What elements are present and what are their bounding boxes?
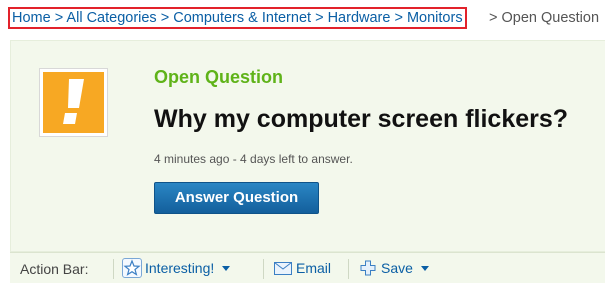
question-panel: Open Question Why my computer screen fli… bbox=[10, 40, 605, 252]
breadcrumb-monitors[interactable]: Monitors bbox=[407, 10, 463, 26]
interesting-label: Interesting! bbox=[145, 260, 215, 276]
interesting-button[interactable]: Interesting! bbox=[122, 253, 231, 283]
breadcrumb-separator: > bbox=[50, 10, 67, 26]
breadcrumb-current-label: Open Question bbox=[501, 10, 600, 26]
breadcrumb: Home > All Categories > Computers & Inte… bbox=[8, 7, 467, 29]
breadcrumb-all-categories[interactable]: All Categories bbox=[66, 10, 156, 26]
email-label: Email bbox=[296, 260, 332, 276]
breadcrumb-computers-internet[interactable]: Computers & Internet bbox=[173, 10, 311, 26]
action-bar-label: Action Bar: bbox=[20, 261, 89, 277]
breadcrumb-current: > Open Question bbox=[489, 9, 599, 27]
star-icon bbox=[122, 258, 142, 278]
question-title: Why my computer screen flickers? bbox=[154, 105, 569, 133]
answer-question-button[interactable]: Answer Question bbox=[154, 182, 319, 214]
save-button[interactable]: Save bbox=[360, 253, 429, 283]
action-bar: Action Bar: Interesting! Email Save bbox=[10, 252, 605, 283]
breadcrumb-separator: > bbox=[390, 10, 407, 26]
breadcrumb-separator: > bbox=[311, 10, 328, 26]
email-button[interactable]: Email bbox=[274, 253, 331, 283]
save-label: Save bbox=[381, 260, 413, 276]
breadcrumb-separator: > bbox=[156, 10, 174, 26]
page: Home > All Categories > Computers & Inte… bbox=[0, 0, 605, 283]
breadcrumb-separator: > bbox=[489, 10, 502, 26]
breadcrumb-bar: Home > All Categories > Computers & Inte… bbox=[0, 0, 605, 38]
breadcrumb-home[interactable]: Home bbox=[12, 10, 51, 26]
chevron-down-icon bbox=[420, 265, 429, 271]
chevron-down-icon bbox=[222, 265, 231, 271]
question-status: Open Question bbox=[154, 67, 284, 87]
question-meta: 4 minutes ago - 4 days left to answer. bbox=[154, 152, 353, 166]
exclamation-icon bbox=[40, 69, 107, 136]
divider bbox=[348, 259, 349, 279]
breadcrumb-hardware[interactable]: Hardware bbox=[328, 10, 391, 26]
plus-icon bbox=[360, 260, 376, 276]
divider bbox=[263, 259, 264, 279]
envelope-icon bbox=[274, 261, 292, 275]
divider bbox=[113, 259, 114, 279]
